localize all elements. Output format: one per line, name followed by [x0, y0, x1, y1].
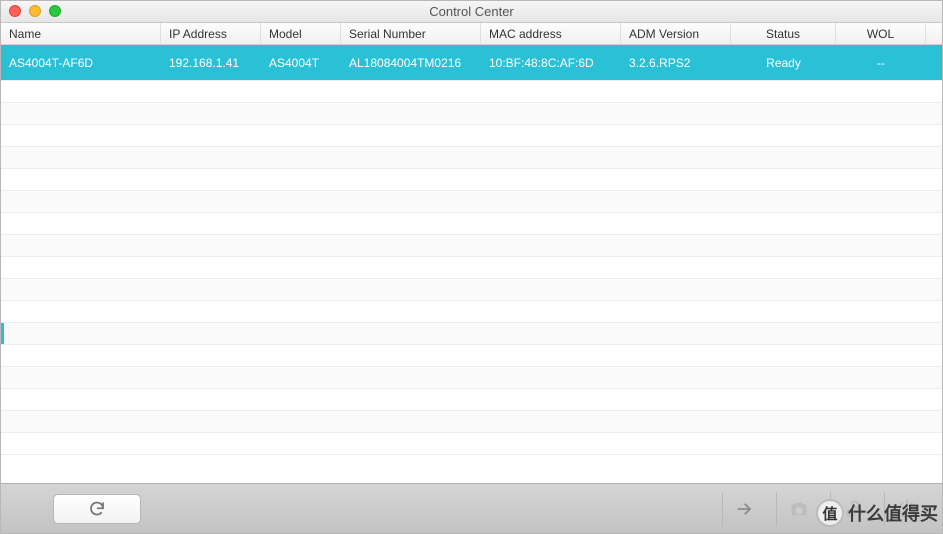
control-center-window: Control Center Name IP Address Model Ser…	[0, 0, 943, 534]
table-row[interactable]	[1, 257, 942, 279]
cell-mac: 10:BF:48:8C:AF:6D	[481, 45, 621, 80]
table-row[interactable]	[1, 169, 942, 191]
table-row[interactable]	[1, 323, 942, 345]
connect-button[interactable]	[722, 492, 766, 526]
power-button[interactable]	[884, 492, 928, 526]
table-row[interactable]	[1, 411, 942, 433]
table-row[interactable]: AS4004T-AF6D 192.168.1.41 AS4004T AL1808…	[1, 45, 942, 81]
arrow-right-icon	[734, 498, 756, 520]
col-wol[interactable]: WOL	[836, 23, 926, 44]
cell-ip: 192.168.1.41	[161, 45, 261, 80]
col-status[interactable]: Status	[731, 23, 836, 44]
cell-status: Ready	[731, 45, 836, 80]
table-row[interactable]	[1, 81, 942, 103]
table-row[interactable]	[1, 191, 942, 213]
window-title: Control Center	[1, 4, 942, 19]
cell-wol: --	[836, 45, 926, 80]
table-row[interactable]	[1, 147, 942, 169]
table-row[interactable]	[1, 345, 942, 367]
minimize-icon[interactable]	[29, 5, 41, 17]
table-row[interactable]	[1, 213, 942, 235]
screenshot-button[interactable]	[776, 492, 820, 526]
cell-adm: 3.2.6.RPS2	[621, 45, 731, 80]
table-body: AS4004T-AF6D 192.168.1.41 AS4004T AL1808…	[1, 45, 942, 483]
table-row[interactable]	[1, 367, 942, 389]
table-row[interactable]	[1, 301, 942, 323]
link-button[interactable]	[830, 492, 874, 526]
power-icon	[896, 498, 918, 520]
table-row[interactable]	[1, 279, 942, 301]
table-header: Name IP Address Model Serial Number MAC …	[1, 23, 942, 45]
table-row[interactable]	[1, 389, 942, 411]
col-adm[interactable]: ADM Version	[621, 23, 731, 44]
titlebar: Control Center	[1, 1, 942, 23]
cell-model: AS4004T	[261, 45, 341, 80]
camera-icon	[788, 498, 810, 520]
table-row[interactable]	[1, 103, 942, 125]
window-controls	[9, 5, 61, 17]
table-row[interactable]	[1, 125, 942, 147]
maximize-icon[interactable]	[49, 5, 61, 17]
col-model[interactable]: Model	[261, 23, 341, 44]
cell-name: AS4004T-AF6D	[1, 45, 161, 80]
col-ip[interactable]: IP Address	[161, 23, 261, 44]
col-serial[interactable]: Serial Number	[341, 23, 481, 44]
col-mac[interactable]: MAC address	[481, 23, 621, 44]
refresh-button[interactable]	[53, 494, 141, 524]
col-name[interactable]: Name	[1, 23, 161, 44]
table-row[interactable]	[1, 235, 942, 257]
cell-serial: AL18084004TM0216	[341, 45, 481, 80]
toolbar	[1, 483, 942, 533]
link-icon	[842, 498, 864, 520]
refresh-icon	[88, 500, 106, 518]
close-icon[interactable]	[9, 5, 21, 17]
table-row[interactable]	[1, 433, 942, 455]
